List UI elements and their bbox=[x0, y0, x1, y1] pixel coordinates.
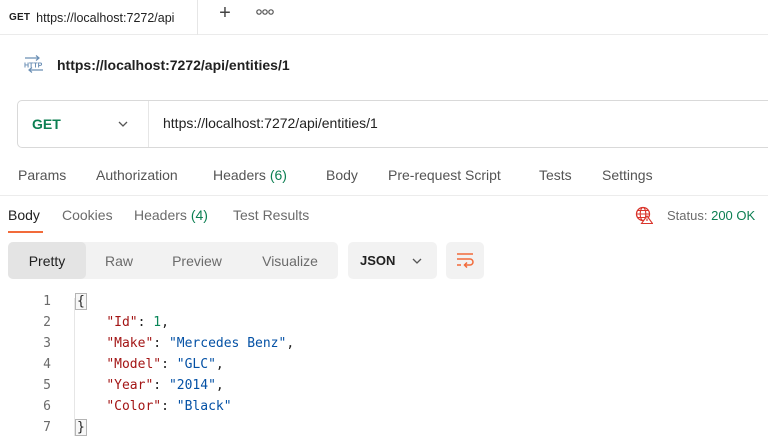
line-number: 1 bbox=[43, 294, 51, 309]
response-status[interactable]: Status: 200 OK bbox=[667, 208, 755, 223]
json-key: "Make" bbox=[106, 336, 154, 351]
new-tab-button[interactable]: + bbox=[214, 3, 236, 25]
wrap-lines-icon bbox=[457, 253, 474, 268]
request-tab[interactable]: GET https://localhost:7272/api bbox=[0, 0, 198, 35]
response-tab-headers[interactable]: Headers (4) bbox=[134, 207, 208, 223]
tab-params[interactable]: Params bbox=[18, 167, 66, 183]
response-tab-body[interactable]: Body bbox=[8, 207, 40, 223]
method-label: GET bbox=[32, 116, 61, 132]
tab-headers-count: (6) bbox=[269, 167, 287, 183]
response-tab-headers-count: (4) bbox=[190, 207, 208, 223]
url-bar: GET bbox=[17, 100, 768, 148]
chevron-down-icon bbox=[412, 258, 422, 264]
line-number: 4 bbox=[43, 357, 51, 372]
method-select[interactable]: GET bbox=[18, 101, 149, 147]
visualize-button[interactable]: Visualize bbox=[242, 242, 338, 279]
active-tab-underline bbox=[8, 231, 43, 233]
tab-settings[interactable]: Settings bbox=[602, 167, 653, 183]
line-number: 5 bbox=[43, 378, 51, 393]
code-line: "Year": "2014", bbox=[106, 378, 224, 393]
json-key: "Color" bbox=[106, 399, 162, 414]
chevron-down-icon bbox=[118, 121, 128, 127]
line-number: 7 bbox=[43, 420, 51, 435]
request-title: https://localhost:7272/api/entities/1 bbox=[57, 57, 290, 73]
close-brace: } bbox=[75, 419, 87, 436]
http-icon: HTTP bbox=[24, 55, 43, 73]
tab-headers-label: Headers bbox=[213, 167, 266, 183]
line-number: 6 bbox=[43, 399, 51, 414]
response-tab-headers-label: Headers bbox=[134, 207, 187, 223]
response-tab-cookies[interactable]: Cookies bbox=[62, 207, 113, 223]
comma: , bbox=[286, 336, 295, 351]
json-value: "GLC" bbox=[176, 357, 216, 372]
code-line: "Color": "Black" bbox=[106, 399, 232, 414]
code-line: "Make": "Mercedes Benz", bbox=[106, 336, 295, 351]
wrap-lines-button[interactable] bbox=[446, 242, 484, 279]
ellipsis-icon bbox=[256, 9, 274, 15]
response-body-viewer[interactable]: 1 2 3 4 5 6 7 { "Id": 1, "Make": "Merced… bbox=[0, 290, 768, 447]
request-tabs: Params Authorization Headers (6) Body Pr… bbox=[0, 158, 768, 194]
url-input[interactable] bbox=[163, 115, 723, 131]
preview-button[interactable]: Preview bbox=[152, 242, 242, 279]
json-key: "Model" bbox=[106, 357, 162, 372]
tab-strip: GET https://localhost:7272/api + bbox=[0, 0, 768, 35]
language-label: JSON bbox=[360, 253, 396, 268]
open-brace: { bbox=[75, 293, 87, 310]
language-select[interactable]: JSON bbox=[348, 242, 437, 279]
response-tab-test-results[interactable]: Test Results bbox=[233, 207, 309, 223]
code-line: } bbox=[75, 419, 87, 436]
json-key: "Year" bbox=[106, 378, 154, 393]
json-key: "Id" bbox=[106, 315, 138, 330]
status-label: Status: bbox=[667, 208, 708, 223]
json-value: "Mercedes Benz" bbox=[168, 336, 287, 351]
status-value: 200 OK bbox=[711, 208, 756, 223]
json-value: "Black" bbox=[176, 399, 232, 414]
code-line: "Id": 1, bbox=[106, 315, 169, 330]
json-value: "2014" bbox=[168, 378, 216, 393]
response-tabs: Body Cookies Headers (4) Test Results St… bbox=[0, 196, 768, 236]
comma: , bbox=[215, 357, 224, 372]
json-value: 1 bbox=[153, 315, 162, 330]
comma: , bbox=[215, 378, 224, 393]
tab-headers[interactable]: Headers (6) bbox=[213, 167, 287, 183]
tab-body[interactable]: Body bbox=[326, 167, 358, 183]
code-line: { bbox=[75, 293, 87, 310]
format-toggle-group: Pretty Raw Preview Visualize bbox=[8, 242, 338, 279]
tab-pre-request-script[interactable]: Pre-request Script bbox=[388, 167, 501, 183]
svg-text:HTTP: HTTP bbox=[24, 63, 43, 70]
tab-authorization[interactable]: Authorization bbox=[96, 167, 178, 183]
pretty-button[interactable]: Pretty bbox=[8, 242, 86, 279]
code-line: "Model": "GLC", bbox=[106, 357, 224, 372]
line-number: 2 bbox=[43, 315, 51, 330]
more-tabs-button[interactable] bbox=[256, 4, 274, 19]
globe-error-icon[interactable] bbox=[635, 206, 653, 224]
tab-method: GET bbox=[9, 12, 31, 23]
line-number: 3 bbox=[43, 336, 51, 351]
comma: , bbox=[161, 315, 169, 330]
tab-tests[interactable]: Tests bbox=[539, 167, 572, 183]
tab-title: https://localhost:7272/api bbox=[36, 10, 175, 25]
request-header: HTTP https://localhost:7272/api/entities… bbox=[0, 35, 768, 95]
raw-button[interactable]: Raw bbox=[86, 242, 152, 279]
